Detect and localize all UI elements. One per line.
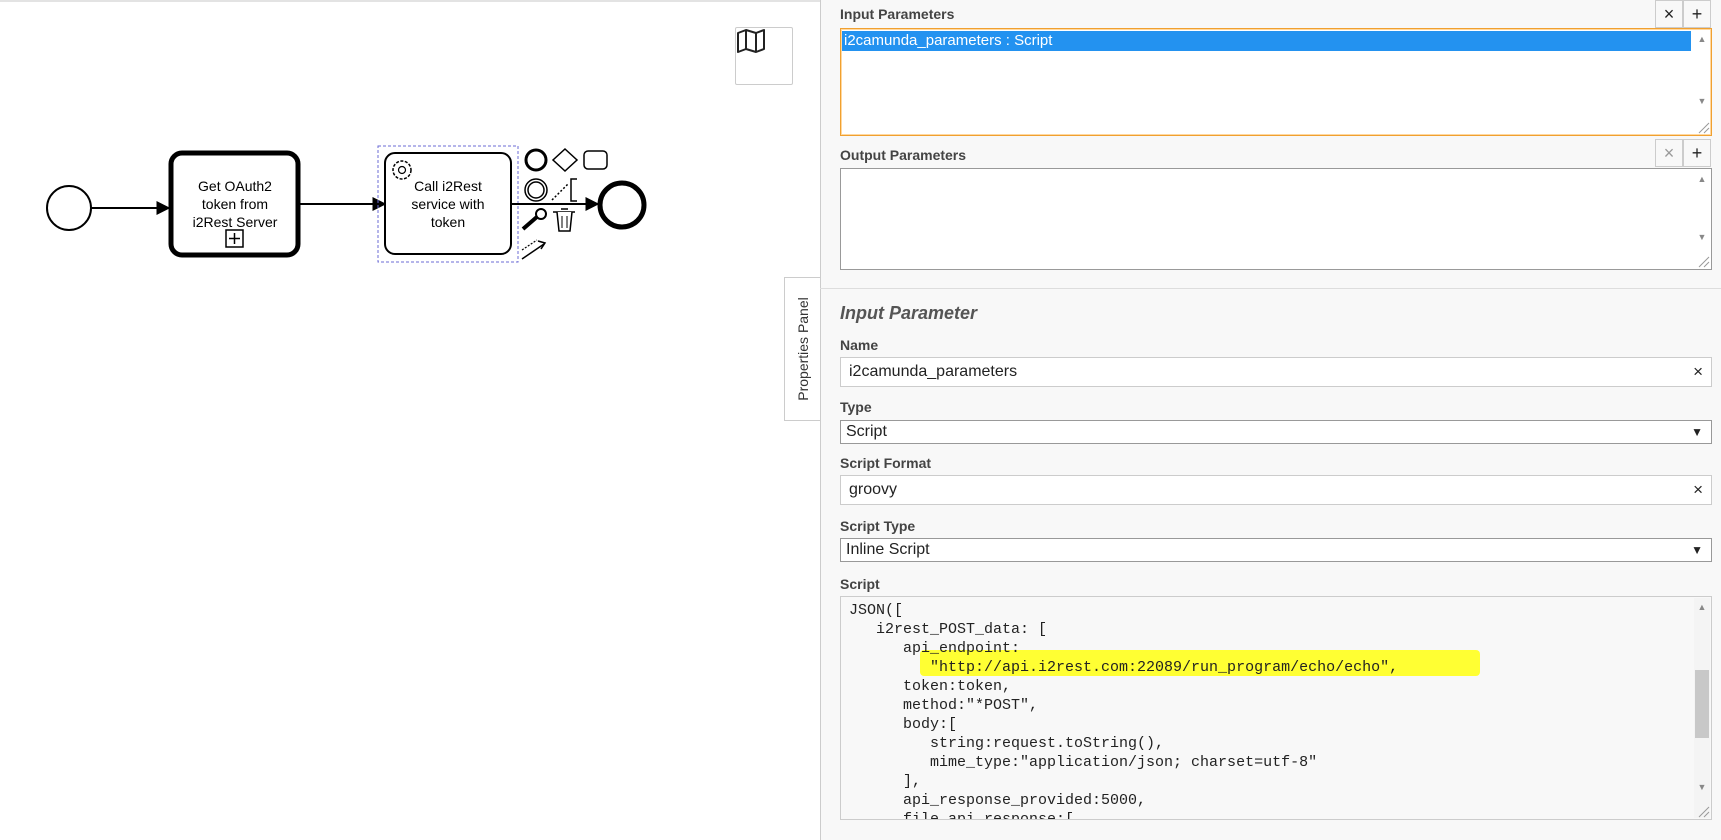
scroll-down-arrow-icon[interactable]: ▼ [1694,96,1710,106]
output-parameters-list[interactable]: ▲ ▼ [840,168,1712,270]
script-line: method:"*POST", [849,697,1039,714]
input-parameter-section-title: Input Parameter [840,303,978,323]
task1-label-line-2: token from [201,196,269,212]
script-line: token:token, [849,678,1012,695]
clear-script-format-icon[interactable]: × [1693,476,1703,504]
append-end-event-icon[interactable] [524,148,548,172]
script-line: file_api_response:[ [849,811,1075,820]
connect-icon[interactable] [521,239,547,260]
resize-grip-icon[interactable] [1696,804,1710,818]
task1-label: Get OAuth2 token from i2Rest Server [176,177,294,231]
type-select[interactable]: Script ▼ [840,420,1712,444]
script-line: api_endpoint: [849,640,1021,657]
script-line: mime_type:"application/json; charset=utf… [849,754,1318,771]
script-line: ], [849,773,922,790]
wrench-icon[interactable] [521,208,547,231]
scroll-down-arrow-icon[interactable]: ▼ [1694,232,1710,242]
script-scrollbar[interactable]: ▲ ▼ [1694,598,1710,818]
scroll-up-arrow-icon[interactable]: ▲ [1694,602,1710,612]
task1-label-line-3: i2Rest Server [192,214,278,230]
scroll-up-arrow-icon[interactable]: ▲ [1694,34,1710,44]
task2-label-line-1: Call i2Rest [414,178,482,194]
end-event[interactable] [597,180,647,230]
add-input-parameter-button[interactable]: + [1683,0,1711,28]
chevron-down-icon: ▼ [1691,543,1703,557]
task2-label: Call i2Rest service with token [390,177,506,231]
minimap-toggle-button[interactable] [735,27,793,85]
script-line: api_response_provided:5000, [849,792,1147,809]
script-format-input[interactable]: groovy × [840,475,1712,505]
script-type-select-value: Inline Script [846,541,930,558]
task1-label-line-1: Get OAuth2 [198,178,272,194]
append-task-icon[interactable] [583,150,608,170]
append-gateway-icon[interactable] [551,147,579,173]
script-label: Script [840,576,880,592]
input-parameters-scrollbar[interactable]: ▲ ▼ [1694,30,1710,134]
remove-output-parameter-button[interactable]: × [1655,139,1683,167]
properties-panel-tab-label: Properties Panel [794,297,811,401]
type-label: Type [840,399,872,415]
script-type-label: Script Type [840,518,916,534]
input-parameter-item[interactable]: i2camunda_parameters : Script [842,31,1691,51]
name-input[interactable]: i2camunda_parameters × [840,357,1712,387]
name-input-value: i2camunda_parameters [849,363,1018,380]
input-parameters-label: Input Parameters [840,6,955,22]
script-line: string:request.toString(), [849,735,1165,752]
script-line: "http://api.i2rest.com:22089/run_program… [849,659,1399,676]
diagram-svg [46,145,647,263]
bpmn-canvas[interactable]: Get OAuth2 token from i2Rest Server Call… [0,0,820,840]
trash-icon[interactable] [553,208,575,232]
script-type-select[interactable]: Inline Script ▼ [840,538,1712,562]
panel-divider [820,288,1721,289]
script-line: i2rest_POST_data: [ [849,621,1048,638]
add-output-parameter-button[interactable]: + [1683,139,1711,167]
resize-grip-icon[interactable] [1696,254,1710,268]
resize-grip-icon[interactable] [1696,120,1710,134]
chevron-down-icon: ▼ [1691,425,1703,439]
task2-label-line-3: token [430,214,466,230]
task2-label-line-2: service with [411,196,485,212]
scroll-up-arrow-icon[interactable]: ▲ [1694,174,1710,184]
script-line: body:[ [849,716,958,733]
start-event[interactable] [46,185,92,231]
output-parameters-label: Output Parameters [840,147,967,163]
text-annotation-icon[interactable] [551,178,577,202]
input-parameters-list[interactable]: i2camunda_parameters : Script ▲ ▼ [840,28,1712,136]
map-icon [737,29,765,53]
script-content: JSON([ i2rest_POST_data: [ api_endpoint:… [849,601,1399,820]
type-select-value: Script [846,423,887,440]
script-scrollbar-thumb[interactable] [1695,670,1709,738]
clear-name-icon[interactable]: × [1693,358,1703,386]
scroll-down-arrow-icon[interactable]: ▼ [1694,782,1710,792]
append-intermediate-event-icon[interactable] [524,178,548,202]
remove-input-parameter-button[interactable]: × [1655,0,1683,28]
script-format-label: Script Format [840,455,932,471]
script-format-value: groovy [849,481,898,498]
name-label: Name [840,337,879,353]
script-line: JSON([ [849,602,904,619]
properties-panel-toggle[interactable]: Properties Panel [784,277,820,421]
script-textarea[interactable]: JSON([ i2rest_POST_data: [ api_endpoint:… [840,596,1712,820]
